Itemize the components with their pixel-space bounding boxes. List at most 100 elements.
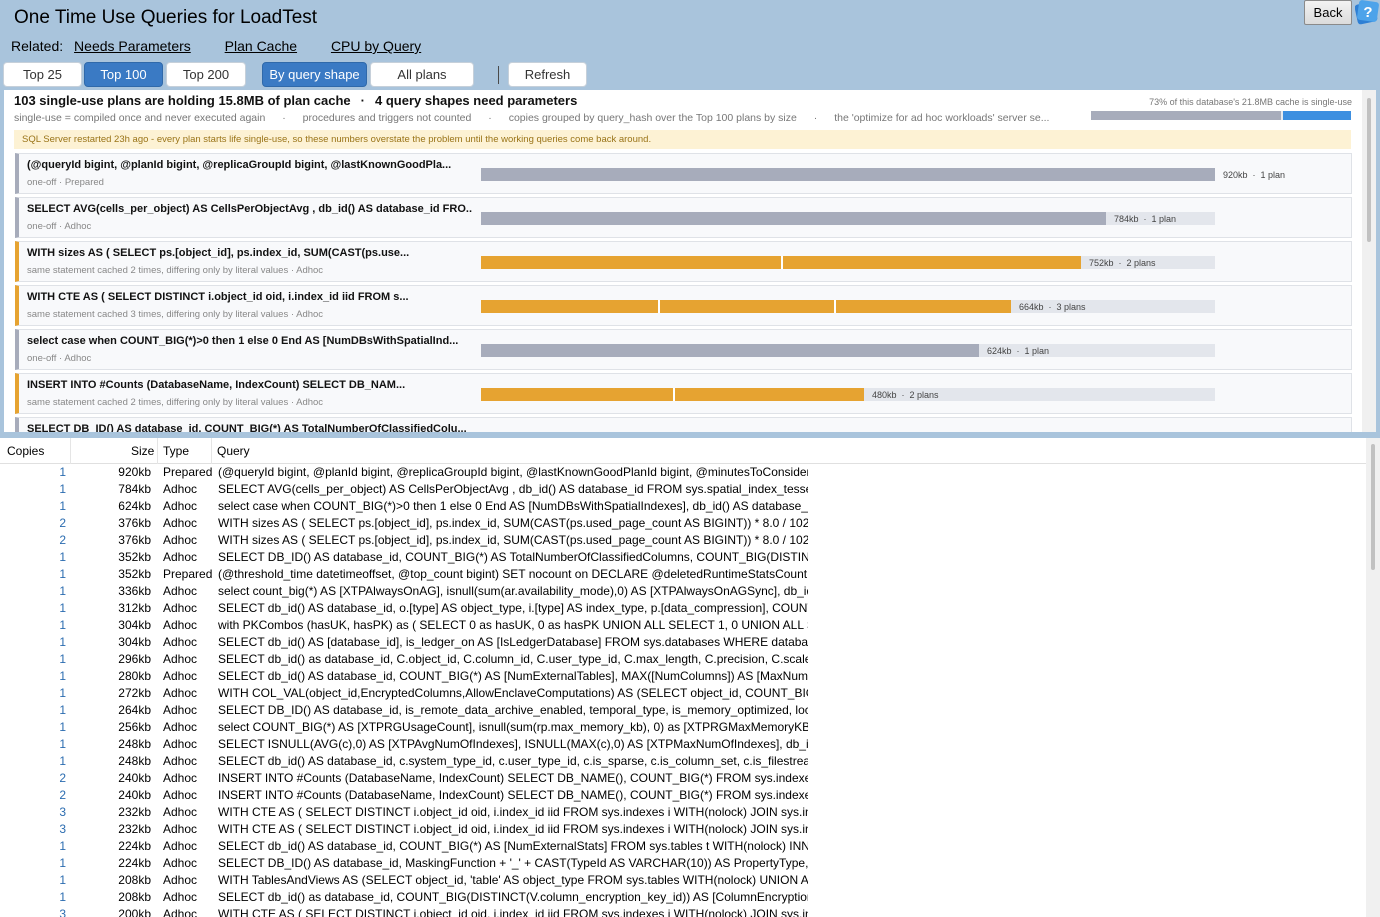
- summary-separator: ·: [360, 93, 365, 108]
- cell-query: SELECT DB_ID() AS database_id, MaskingFu…: [218, 856, 808, 870]
- shape-row[interactable]: INSERT INTO #Counts (DatabaseName, Index…: [15, 373, 1352, 414]
- cell-query: SELECT DB_ID() AS database_id, COUNT_BIG…: [218, 550, 808, 564]
- shape-plan-count: 2 plans: [1126, 258, 1156, 268]
- table-row[interactable]: 1 624kb Adhoc select case when COUNT_BIG(*)…: [0, 499, 820, 516]
- svg-text:?: ?: [1363, 4, 1372, 21]
- cell-size: 280kb: [118, 669, 151, 683]
- detail-definition: single-use = compiled once and never exe…: [14, 112, 266, 124]
- col-divider[interactable]: [157, 438, 158, 464]
- cell-query: SELECT db_id() AS database_id, c.system_…: [218, 754, 808, 768]
- help-icon[interactable]: ?: [1354, 0, 1380, 25]
- grid-scrollbar[interactable]: [1366, 438, 1380, 917]
- cell-copies: 3: [59, 822, 66, 836]
- tab-all-plans[interactable]: All plans: [370, 62, 474, 87]
- shape-row[interactable]: (@queryId bigint, @planId bigint, @repli…: [15, 153, 1352, 194]
- table-row[interactable]: 3 232kb Adhoc WITH CTE AS ( SELECT DISTINCT…: [0, 822, 820, 839]
- cell-size: 224kb: [118, 856, 151, 870]
- table-row[interactable]: 1 784kb Adhoc SELECT AVG(cells_per_object) …: [0, 482, 820, 499]
- shape-size-track: 624kb · 1 plan: [481, 344, 1215, 357]
- cell-type: Adhoc: [163, 601, 198, 615]
- shape-meta: one-off · Adhoc: [27, 353, 92, 364]
- shape-query-text: (@queryId bigint, @planId bigint, @repli…: [27, 159, 452, 171]
- col-header-size[interactable]: Size: [131, 444, 154, 458]
- table-row[interactable]: 1 208kb Adhoc WITH TablesAndViews AS (SELEC…: [0, 873, 820, 890]
- shape-query-text: WITH CTE AS ( SELECT DISTINCT i.object_i…: [27, 291, 409, 303]
- shape-size: 624kb: [987, 346, 1012, 356]
- cell-query: SELECT db_id() as database_id, COUNT_BIG…: [218, 890, 808, 904]
- cell-size: 336kb: [118, 584, 151, 598]
- table-row[interactable]: 1 264kb Adhoc SELECT DB_ID() AS database_id…: [0, 703, 820, 720]
- shape-row[interactable]: select case when COUNT_BIG(*)>0 then 1 e…: [15, 329, 1352, 370]
- scrollbar-thumb[interactable]: [1371, 444, 1375, 570]
- cache-usage-bar: [1091, 111, 1351, 120]
- col-divider[interactable]: [70, 438, 71, 464]
- table-row[interactable]: 1 352kb Adhoc SELECT DB_ID() AS database_id…: [0, 550, 820, 567]
- col-header-query[interactable]: Query: [217, 444, 250, 458]
- table-row[interactable]: 1 248kb Adhoc SELECT ISNULL(AVG(c),0) AS [X…: [0, 737, 820, 754]
- table-row[interactable]: 1 224kb Adhoc SELECT db_id() AS database_id…: [0, 839, 820, 856]
- table-row[interactable]: 1 336kb Adhoc select count_big(*) AS [XTPAl…: [0, 584, 820, 601]
- shape-meta: same statement cached 2 times, differing…: [27, 397, 324, 408]
- cell-size: 208kb: [118, 873, 151, 887]
- shape-size-bar: [481, 300, 1011, 313]
- table-row[interactable]: 1 304kb Adhoc SELECT db_id() AS [database_i…: [0, 635, 820, 652]
- shape-row[interactable]: SELECT AVG(cells_per_object) AS CellsPer…: [15, 197, 1352, 238]
- tab-top-25[interactable]: Top 25: [3, 62, 82, 87]
- cell-size: 264kb: [118, 703, 151, 717]
- table-row[interactable]: 1 224kb Adhoc SELECT DB_ID() AS database_id…: [0, 856, 820, 873]
- table-row[interactable]: 3 200kb Adhoc WITH CTE AS ( SELECT DISTINCT…: [0, 907, 820, 917]
- tab-top-100[interactable]: Top 100: [84, 62, 163, 87]
- cache-reused-segment: [1091, 111, 1281, 120]
- table-row[interactable]: 2 240kb Adhoc INSERT INTO #Counts (Database…: [0, 771, 820, 788]
- cell-query: SELECT DB_ID() AS database_id, is_remote…: [218, 703, 808, 717]
- cell-query: SELECT db_id() AS [database_id], is_ledg…: [218, 635, 808, 649]
- shape-panel-scrollbar[interactable]: [1362, 90, 1376, 432]
- tab-by-query-shape[interactable]: By query shape: [262, 62, 367, 87]
- table-row[interactable]: 3 232kb Adhoc WITH CTE AS ( SELECT DISTINCT…: [0, 805, 820, 822]
- table-row[interactable]: 2 240kb Adhoc INSERT INTO #Counts (Database…: [0, 788, 820, 805]
- table-row[interactable]: 1 920kb Prepared (@queryId bigint, @planId …: [0, 465, 820, 482]
- cell-size: 352kb: [118, 550, 151, 564]
- cell-type: Adhoc: [163, 533, 198, 547]
- shape-row[interactable]: WITH CTE AS ( SELECT DISTINCT i.object_i…: [15, 285, 1352, 326]
- table-row[interactable]: 1 352kb Prepared (@threshold_time datetimeo…: [0, 567, 820, 584]
- shape-meta: same statement cached 3 times, differing…: [27, 309, 324, 320]
- table-row[interactable]: 1 208kb Adhoc SELECT db_id() as database_id…: [0, 890, 820, 907]
- table-row[interactable]: 1 304kb Adhoc with PKCombos (hasUK, hasPK) …: [0, 618, 820, 635]
- cell-copies: 2: [59, 771, 66, 785]
- table-row[interactable]: 2 376kb Adhoc WITH sizes AS ( SELECT ps.[ob…: [0, 516, 820, 533]
- restart-warning: SQL Server restarted 23h ago - every pla…: [14, 130, 1351, 149]
- shape-query-text: select case when COUNT_BIG(*)>0 then 1 e…: [27, 335, 459, 347]
- col-header-copies[interactable]: Copies: [7, 444, 44, 458]
- cell-type: Adhoc: [163, 873, 198, 887]
- scrollbar-thumb[interactable]: [1367, 98, 1371, 242]
- shape-row[interactable]: SELECT DB_ID() AS database_id, COUNT_BIG…: [15, 417, 1352, 432]
- table-row[interactable]: 1 272kb Adhoc WITH COL_VAL(object_id,Encryp…: [0, 686, 820, 703]
- cell-size: 304kb: [118, 635, 151, 649]
- col-header-type[interactable]: Type: [163, 444, 189, 458]
- link-plan-cache[interactable]: Plan Cache: [225, 38, 297, 54]
- col-divider[interactable]: [211, 438, 212, 464]
- table-row[interactable]: 1 256kb Adhoc select COUNT_BIG(*) AS [XTPRG…: [0, 720, 820, 737]
- cell-copies: 1: [59, 635, 66, 649]
- table-row[interactable]: 2 376kb Adhoc WITH sizes AS ( SELECT ps.[ob…: [0, 533, 820, 550]
- copy-divider: [781, 256, 783, 269]
- shape-size-bar: [481, 344, 979, 357]
- table-row[interactable]: 1 280kb Adhoc SELECT db_id() AS database_id…: [0, 669, 820, 686]
- shape-plan-count: 2 plans: [909, 390, 939, 400]
- tab-top-200[interactable]: Top 200: [166, 62, 246, 87]
- cell-size: 248kb: [118, 737, 151, 751]
- cell-type: Adhoc: [163, 482, 198, 496]
- table-row[interactable]: 1 312kb Adhoc SELECT db_id() AS database_id…: [0, 601, 820, 618]
- table-row[interactable]: 1 248kb Adhoc SELECT db_id() AS database_id…: [0, 754, 820, 771]
- back-button[interactable]: Back: [1304, 0, 1352, 25]
- table-row[interactable]: 1 296kb Adhoc SELECT db_id() as database_id…: [0, 652, 820, 669]
- link-cpu-by-query[interactable]: CPU by Query: [331, 38, 421, 54]
- refresh-button[interactable]: Refresh: [508, 62, 587, 87]
- cell-type: Adhoc: [163, 737, 198, 751]
- cell-copies: 1: [59, 482, 66, 496]
- summary-details: single-use = compiled once and never exe…: [14, 112, 1074, 124]
- shape-row[interactable]: WITH sizes AS ( SELECT ps.[object_id], p…: [15, 241, 1352, 282]
- link-needs-parameters[interactable]: Needs Parameters: [74, 38, 191, 54]
- cell-copies: 1: [59, 567, 66, 581]
